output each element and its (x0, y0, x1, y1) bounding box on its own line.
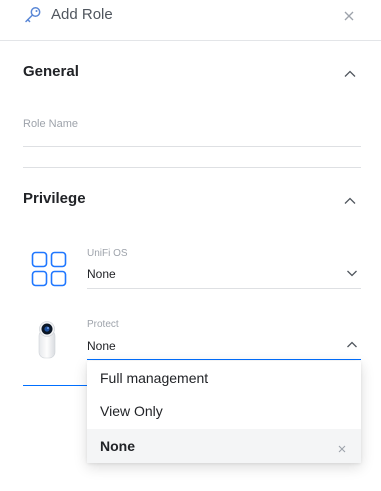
role-name-field[interactable]: Role Name (23, 118, 78, 130)
focus-underline (23, 385, 87, 386)
add-role-panel: Add Role General Role Name Privilege Uni… (0, 0, 381, 491)
dropdown-option-none[interactable]: None (87, 429, 361, 463)
chevron-down-icon[interactable] (345, 266, 359, 280)
protect-camera-icon (36, 320, 58, 365)
option-label: None (100, 438, 135, 454)
unifi-os-select[interactable]: None (87, 267, 116, 281)
close-icon[interactable] (341, 8, 357, 24)
privilege-collapse-chevron-up-icon[interactable] (342, 193, 358, 209)
dropdown-option-view-only[interactable]: View Only (87, 394, 361, 428)
protect-dropdown-menu: Full management View Only None (87, 361, 361, 463)
protect-label: Protect (87, 319, 119, 330)
general-heading: General (23, 63, 79, 80)
key-icon (23, 5, 43, 25)
privilege-heading: Privilege (23, 190, 86, 207)
panel-title: Add Role (51, 6, 113, 23)
role-name-underline (23, 146, 361, 147)
panel-header: Add Role (0, 0, 381, 41)
protect-select[interactable]: None (87, 339, 116, 353)
unifi-os-label: UniFi OS (87, 248, 128, 259)
section-divider (23, 167, 361, 168)
chevron-up-icon[interactable] (345, 338, 359, 352)
option-label: View Only (100, 403, 163, 419)
option-label: Full management (100, 370, 209, 386)
unifi-os-grid-icon (31, 251, 67, 292)
unifi-os-underline (87, 288, 361, 289)
protect-underline-active (87, 359, 361, 360)
general-collapse-chevron-up-icon[interactable] (342, 66, 358, 82)
clear-selection-icon[interactable] (337, 441, 347, 453)
dropdown-option-full-management[interactable]: Full management (87, 361, 361, 395)
